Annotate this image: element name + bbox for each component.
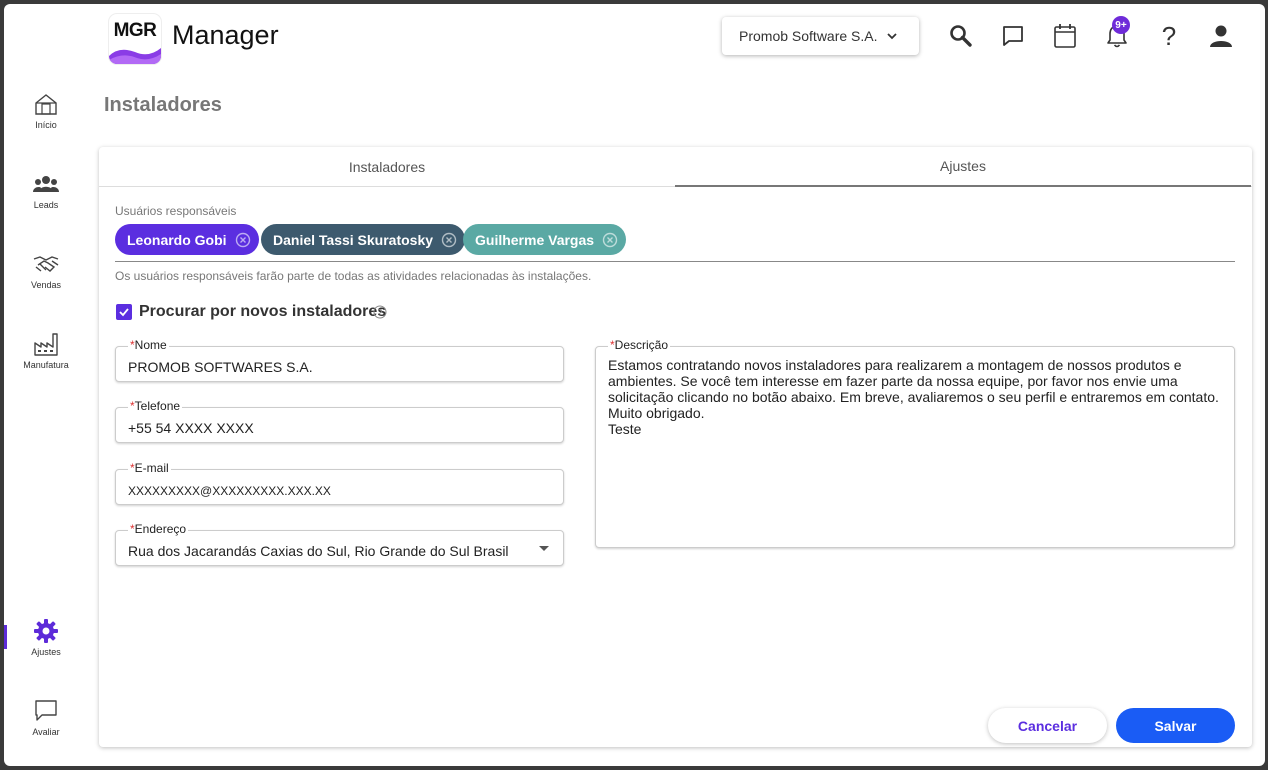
description-label: Descrição	[614, 338, 669, 352]
phone-field[interactable]: *Telefone +55 54 XXXX XXXX	[115, 399, 564, 443]
tab-ajustes[interactable]: Ajustes	[675, 147, 1251, 187]
chip-label: Guilherme Vargas	[475, 231, 595, 248]
chat-icon	[35, 700, 57, 721]
sidebar-item-label: Manufatura	[23, 360, 69, 370]
checkmark-icon	[119, 308, 129, 317]
calendar-button[interactable]	[1051, 22, 1079, 50]
help-icon: ?	[1161, 20, 1177, 51]
name-field[interactable]: *Nome PROMOB SOFTWARES S.A.	[115, 338, 564, 382]
sidebar-item-vendas[interactable]: Vendas	[4, 250, 88, 290]
calendar-icon	[1054, 24, 1076, 48]
logo-swoosh-icon	[109, 48, 161, 64]
search-new-installers-checkbox[interactable]	[116, 304, 132, 320]
email-label: E-mail	[134, 461, 169, 475]
factory-icon	[34, 333, 58, 356]
app-title: Manager	[172, 20, 279, 50]
sidebar-item-label: Início	[35, 120, 57, 130]
responsible-users-help: Os usuários responsáveis farão parte de …	[115, 269, 592, 283]
email-field[interactable]: *E-mail XXXXXXXXX@XXXXXXXXX.XXX.XX	[115, 461, 564, 505]
sidebar-item-ajustes[interactable]: Ajustes	[4, 617, 88, 657]
phone-value: +55 54 XXXX XXXX	[128, 420, 254, 436]
description-value: Estamos contratando novos instaladores p…	[608, 357, 1219, 437]
page-title: Instaladores	[104, 94, 222, 116]
cancel-button[interactable]: Cancelar	[988, 708, 1107, 743]
profile-button[interactable]	[1207, 22, 1235, 50]
help-button[interactable]: ?	[1155, 20, 1183, 51]
chip-label: Leonardo Gobi	[127, 231, 227, 248]
handshake-icon	[33, 256, 59, 272]
chips-underline	[115, 261, 1235, 262]
company-selector[interactable]: Promob Software S.A.	[722, 17, 919, 55]
user-chip[interactable]: Guilherme Vargas	[463, 224, 627, 255]
dropdown-caret-icon[interactable]	[539, 546, 549, 551]
chip-label: Daniel Tassi Skuratosky	[273, 231, 434, 248]
app-window: MGR Manager Promob Software S.A. 9+ ? In…	[4, 4, 1265, 766]
phone-label: Telefone	[134, 399, 181, 413]
help-circle-icon[interactable]: ?	[373, 305, 387, 319]
sidebar-item-label: Avaliar	[32, 727, 60, 737]
settings-card: Instaladores Ajustes Usuários responsáve…	[99, 147, 1252, 747]
search-new-installers-label[interactable]: Procurar por novos instaladores	[139, 303, 386, 321]
search-button[interactable]	[947, 22, 975, 50]
people-icon	[33, 176, 59, 192]
user-chip[interactable]: Daniel Tassi Skuratosky	[261, 224, 466, 255]
tab-bar: Instaladores Ajustes	[99, 147, 1252, 187]
message-icon	[1003, 26, 1023, 46]
remove-chip-icon[interactable]	[441, 232, 457, 248]
remove-chip-icon[interactable]	[235, 232, 251, 248]
search-icon	[950, 25, 972, 47]
description-textarea[interactable]: *Descrição Estamos contratando novos ins…	[595, 338, 1235, 548]
name-label: Nome	[134, 338, 167, 352]
home-icon	[35, 94, 57, 115]
chevron-down-icon	[886, 33, 897, 40]
sidebar-item-manufatura[interactable]: Manufatura	[4, 330, 88, 370]
tab-instaladores[interactable]: Instaladores	[99, 147, 675, 187]
user-icon	[1210, 25, 1232, 47]
svg-text:?: ?	[377, 308, 382, 318]
sidebar-item-label: Leads	[33, 200, 59, 210]
company-name: Promob Software S.A.	[739, 28, 878, 44]
sidebar-item-label: Vendas	[30, 280, 62, 290]
address-value: Rua dos Jacarandás Caxias do Sul, Rio Gr…	[128, 543, 509, 559]
address-label: Endereço	[134, 522, 187, 536]
messages-button[interactable]	[999, 22, 1027, 50]
name-value: PROMOB SOFTWARES S.A.	[128, 359, 313, 375]
save-button[interactable]: Salvar	[1116, 708, 1235, 743]
sidebar-item-avaliar[interactable]: Avaliar	[4, 697, 88, 737]
sidebar-item-inicio[interactable]: Início	[4, 90, 88, 130]
address-select[interactable]: *Endereço Rua dos Jacarandás Caxias do S…	[115, 522, 564, 566]
notification-badge: 9+	[1112, 16, 1130, 34]
sidebar-item-label: Ajustes	[31, 647, 61, 657]
app-logo[interactable]: MGR	[109, 14, 161, 64]
email-value: XXXXXXXXX@XXXXXXXXX.XXX.XX	[128, 484, 331, 498]
gear-icon	[34, 619, 58, 643]
user-chip[interactable]: Leonardo Gobi	[115, 224, 259, 255]
logo-text: MGR	[113, 20, 157, 41]
remove-chip-icon[interactable]	[602, 232, 618, 248]
responsible-users-label: Usuários responsáveis	[115, 204, 237, 218]
sidebar-item-leads[interactable]: Leads	[4, 170, 88, 210]
